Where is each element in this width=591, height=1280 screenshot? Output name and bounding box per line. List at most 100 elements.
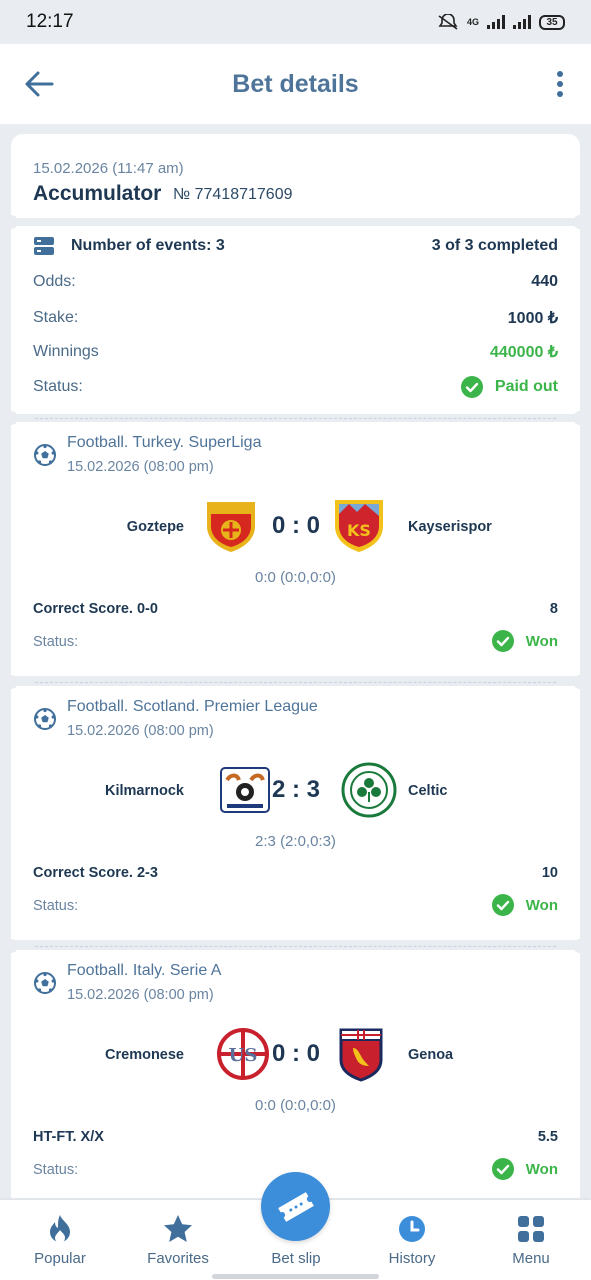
- event-status: Won: [491, 1158, 558, 1180]
- star-icon: [164, 1215, 192, 1242]
- league-name: Football. Italy. Serie A: [67, 962, 222, 979]
- home-indicator: [212, 1274, 379, 1279]
- nav-betslip[interactable]: Bet slip: [246, 1244, 346, 1267]
- event-card: Football. Italy. Serie A 15.02.2026 (08:…: [4, 939, 587, 1198]
- away-team: Celtic: [408, 783, 448, 799]
- events-count: Number of events: 3: [71, 237, 225, 254]
- event-card: Football. Turkey. SuperLiga 15.02.2026 (…: [4, 411, 587, 676]
- nav-betslip-label: Bet slip: [271, 1250, 321, 1267]
- nav-history[interactable]: History: [362, 1214, 462, 1267]
- dashed-divider: [35, 682, 556, 683]
- bet-header-card: 15.02.2026 (11:47 am) Accumulator № 7741…: [11, 134, 580, 218]
- market-name: Correct Score. 2-3: [33, 865, 158, 881]
- ticket-notch: [4, 411, 18, 425]
- check-circle-icon: [460, 376, 483, 398]
- svg-text:US: US: [229, 1045, 258, 1066]
- event-status: Won: [491, 630, 558, 652]
- nav-popular[interactable]: Popular: [10, 1214, 110, 1267]
- odds-row: Odds: 440: [33, 273, 558, 291]
- soccer-ball-icon: [34, 972, 56, 994]
- odds-value: 440: [531, 273, 558, 290]
- nav-favorites[interactable]: Favorites: [128, 1214, 228, 1267]
- back-arrow-icon[interactable]: [24, 70, 54, 98]
- clock: 12:17: [26, 11, 74, 32]
- bet-status-label: Status:: [33, 378, 83, 395]
- status-icons: 4G 35: [437, 14, 565, 30]
- ticket-notch: [573, 675, 587, 689]
- event-status-value: Won: [525, 1160, 558, 1178]
- bet-date: 15.02.2026 (11:47 am): [33, 160, 184, 177]
- mute-icon: [438, 14, 458, 30]
- bet-type: Accumulator: [33, 182, 162, 205]
- home-team: Kilmarnock: [105, 783, 184, 799]
- event-status-value: Won: [525, 632, 558, 650]
- match-score: 0 : 0: [271, 1040, 321, 1067]
- event-status: Won: [491, 894, 558, 916]
- stake-label: Stake:: [33, 309, 79, 326]
- nav-menu-label: Menu: [512, 1250, 550, 1267]
- check-circle-icon: [491, 1158, 514, 1180]
- nav-popular-label: Popular: [34, 1250, 86, 1267]
- event-date: 15.02.2026 (08:00 pm): [67, 459, 214, 475]
- flame-icon: [50, 1215, 70, 1243]
- ticket-notch: [573, 411, 587, 425]
- home-team: Cremonese: [105, 1047, 184, 1063]
- completed-count: 3 of 3 completed: [431, 237, 558, 254]
- ticket-notch: [573, 215, 587, 229]
- nav-menu[interactable]: Menu: [481, 1214, 581, 1267]
- stake-value: 1000 ₺: [507, 310, 558, 327]
- home-team: Goztepe: [126, 519, 184, 535]
- ticket-notch: [4, 675, 18, 689]
- list-icon: [34, 237, 54, 255]
- league-name: Football. Scotland. Premier League: [67, 698, 318, 715]
- soccer-ball-icon: [34, 708, 56, 730]
- check-circle-icon: [491, 894, 514, 916]
- dashed-divider: [35, 418, 556, 419]
- score-detail: 2:3 (2:0,0:3): [255, 833, 336, 850]
- event-date: 15.02.2026 (08:00 pm): [67, 987, 214, 1003]
- odds-label: Odds:: [33, 273, 76, 290]
- score-detail: 0:0 (0:0,0:0): [255, 1097, 336, 1114]
- battery-icon: 35: [539, 14, 565, 30]
- bet-status-value: Paid out: [494, 378, 558, 395]
- ticket-notch: [573, 939, 587, 953]
- events-count-row: Number of events: 3 3 of 3 completed: [33, 236, 558, 256]
- bet-summary-card: Number of events: 3 3 of 3 completed Odd…: [4, 215, 587, 414]
- genoa-logo: [339, 1028, 383, 1082]
- score-detail: 0:0 (0:0,0:0): [255, 569, 336, 586]
- winnings-label: Winnings: [33, 343, 99, 360]
- event-date: 15.02.2026 (08:00 pm): [67, 723, 214, 739]
- page-title: Bet details: [232, 69, 359, 98]
- winnings-value: 440000 ₺: [489, 344, 558, 361]
- bet-number: № 77418717609: [173, 186, 293, 203]
- match-score: 2 : 3: [271, 776, 321, 803]
- celtic-logo: [341, 762, 397, 818]
- event-status-label: Status:: [33, 898, 79, 914]
- nav-favorites-label: Favorites: [147, 1250, 209, 1267]
- event-card: Football. Scotland. Premier League 15.02…: [4, 675, 587, 940]
- away-team: Genoa: [408, 1047, 454, 1063]
- ticket-notch: [4, 215, 18, 229]
- ticket-notch: [4, 939, 18, 953]
- goztepe-logo: [207, 502, 255, 552]
- signal-icon-2: [513, 15, 531, 29]
- bet-slip-button[interactable]: [261, 1172, 330, 1241]
- winnings-row: Winnings 440000 ₺: [33, 342, 558, 362]
- more-options-icon[interactable]: [555, 70, 565, 98]
- market-name: Correct Score. 0-0: [33, 601, 158, 617]
- nav-history-label: History: [388, 1250, 436, 1267]
- league-name: Football. Turkey. SuperLiga: [67, 434, 262, 451]
- event-status-value: Won: [525, 896, 558, 914]
- bet-status-row: Status: Paid out: [33, 376, 558, 398]
- dashed-divider: [35, 946, 556, 947]
- match-score: 0 : 0: [271, 512, 321, 539]
- signal-icon: [487, 15, 505, 29]
- check-circle-icon: [491, 630, 514, 652]
- soccer-ball-icon: [34, 444, 56, 466]
- clock-icon: [399, 1216, 425, 1242]
- event-status-label: Status:: [33, 1162, 79, 1178]
- ticket-icon: [277, 1191, 314, 1222]
- market-name: HT-FT. X/X: [33, 1129, 104, 1145]
- event-status-label: Status:: [33, 634, 79, 650]
- event-odd: 10: [541, 865, 558, 881]
